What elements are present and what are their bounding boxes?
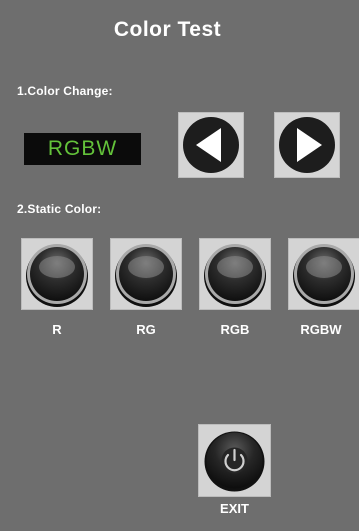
page-title: Color Test (113, 18, 222, 41)
static-color-label-r: R (52, 322, 62, 337)
color-mode-display: RGBW (24, 133, 141, 165)
static-color-button-rgbw[interactable] (288, 238, 359, 310)
right-arrow-icon (279, 117, 335, 173)
previous-color-button[interactable] (178, 112, 244, 178)
static-color-label: 2.Static Color: (17, 202, 102, 216)
exit-label: EXIT (220, 501, 249, 516)
next-color-button[interactable] (274, 112, 340, 178)
static-color-button-rgb[interactable] (199, 238, 271, 310)
exit-button[interactable] (198, 424, 271, 497)
static-color-button-r[interactable] (21, 238, 93, 310)
round-button-icon (26, 244, 88, 307)
left-arrow-icon (183, 117, 239, 173)
power-icon (204, 431, 265, 492)
round-button-icon (293, 244, 355, 307)
static-color-label-rgbw: RGBW (300, 322, 342, 337)
static-color-label-rg: RG (136, 322, 156, 337)
round-button-icon (115, 244, 177, 307)
static-color-button-rg[interactable] (110, 238, 182, 310)
round-button-icon (204, 244, 266, 307)
color-change-label: 1.Color Change: (17, 84, 113, 98)
static-color-label-rgb: RGB (220, 322, 250, 337)
